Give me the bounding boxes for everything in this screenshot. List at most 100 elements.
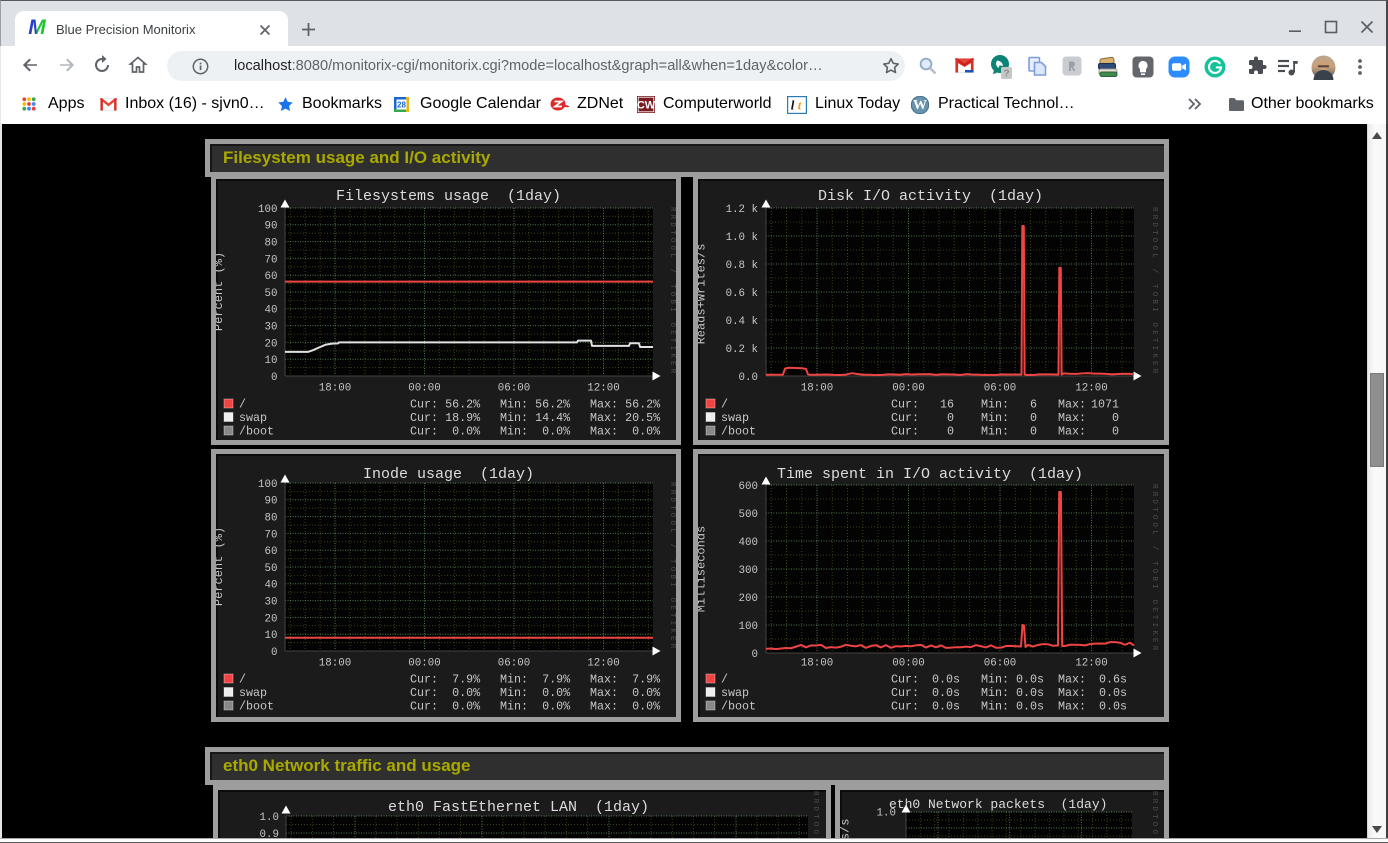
svg-text:30: 30 xyxy=(265,322,278,334)
svg-text:/boot: /boot xyxy=(239,700,274,714)
svg-text:12:00: 12:00 xyxy=(587,382,619,394)
svg-text:M: M xyxy=(28,18,46,38)
svg-text:Min: 0.0%: Min: 0.0% xyxy=(500,700,571,714)
svg-text:0.0: 0.0 xyxy=(739,372,758,384)
svg-text:90: 90 xyxy=(265,221,278,233)
svg-text:12:00: 12:00 xyxy=(1075,657,1107,669)
svg-text:20: 20 xyxy=(265,338,278,350)
svg-text:swap: swap xyxy=(239,411,267,425)
svg-text:Time spent in I/O activity (1: Time spent in I/O activity (1day) xyxy=(777,466,1083,483)
svg-text:Cur:: Cur: xyxy=(891,425,919,439)
svg-text:500: 500 xyxy=(739,509,758,521)
svg-text:50: 50 xyxy=(265,563,278,575)
svg-text:/: / xyxy=(721,398,728,412)
svg-text:Cur: 18.9%: Cur: 18.9% xyxy=(410,411,481,425)
svg-text:CW: CW xyxy=(637,100,655,112)
svg-text:06:00: 06:00 xyxy=(984,657,1016,669)
svg-text:0: 0 xyxy=(1112,411,1119,425)
svg-text:Cur: 0.0%: Cur: 0.0% xyxy=(410,425,481,439)
svg-text:18:00: 18:00 xyxy=(319,657,351,669)
svg-text:1.0: 1.0 xyxy=(260,812,279,824)
svg-text:06:00: 06:00 xyxy=(498,657,530,669)
svg-text:RRDTOOL / TOBI OETIKER: RRDTOOL / TOBI OETIKER xyxy=(1150,484,1158,653)
svg-text:Cur: 56.2%: Cur: 56.2% xyxy=(410,398,481,412)
svg-text:RRDTOOL / TOBI OETIKER: RRDTOOL / TOBI OETIKER xyxy=(668,482,676,651)
svg-text:Min:: Min: xyxy=(981,411,1009,425)
svg-text:0.9: 0.9 xyxy=(260,829,279,838)
svg-text:90: 90 xyxy=(265,496,278,508)
svg-text:50: 50 xyxy=(265,288,278,300)
svg-text:Filesystems usage (1day): Filesystems usage (1day) xyxy=(336,188,561,205)
svg-text:Min: 0.0%: Min: 0.0% xyxy=(500,425,571,439)
svg-text:0.6s: 0.6s xyxy=(1099,673,1127,687)
svg-text:Min: 14.4%: Min: 14.4% xyxy=(500,411,571,425)
svg-text:Milliseconds: Milliseconds xyxy=(698,526,709,612)
svg-text:0: 0 xyxy=(1030,425,1037,439)
svg-text:06:00: 06:00 xyxy=(984,382,1016,394)
svg-text:70: 70 xyxy=(265,529,278,541)
svg-text:Cur: 7.9%: Cur: 7.9% xyxy=(410,673,481,687)
svg-text:eth0 Network packets (1day): eth0 Network packets (1day) xyxy=(889,797,1107,812)
svg-text:100: 100 xyxy=(258,204,277,216)
svg-text:80: 80 xyxy=(265,513,278,525)
svg-text:Percent (%): Percent (%) xyxy=(216,252,226,331)
svg-text:Max:: Max: xyxy=(1058,425,1086,439)
svg-text:0: 0 xyxy=(947,425,954,439)
svg-text:0: 0 xyxy=(271,372,277,384)
svg-text:18:00: 18:00 xyxy=(319,382,351,394)
svg-text:0.0s: 0.0s xyxy=(932,686,960,700)
svg-text:60: 60 xyxy=(265,546,278,558)
svg-text:swap: swap xyxy=(239,686,267,700)
svg-text:0.2 k: 0.2 k xyxy=(726,344,758,356)
svg-text:Min:: Min: xyxy=(981,425,1009,439)
svg-text:swap: swap xyxy=(721,411,749,425)
svg-text:40: 40 xyxy=(265,580,278,592)
svg-text:Inode usage (1day): Inode usage (1day) xyxy=(363,466,534,483)
svg-text:0.6 k: 0.6 k xyxy=(726,288,758,300)
svg-text:0: 0 xyxy=(1030,411,1037,425)
svg-text:00:00: 00:00 xyxy=(408,382,440,394)
svg-text:0: 0 xyxy=(1112,425,1119,439)
svg-text:Cur: 0.0%: Cur: 0.0% xyxy=(410,686,481,700)
svg-text:t: t xyxy=(798,98,802,113)
svg-text:1.2 k: 1.2 k xyxy=(726,204,758,216)
svg-text:1071: 1071 xyxy=(1091,398,1119,412)
svg-text:10: 10 xyxy=(265,355,278,367)
svg-text:Max:: Max: xyxy=(1058,411,1086,425)
svg-text:0: 0 xyxy=(271,647,277,659)
svg-text:Cur:: Cur: xyxy=(891,398,919,412)
svg-text:Min:: Min: xyxy=(981,686,1009,700)
svg-text:Min:: Min: xyxy=(981,673,1009,687)
svg-text:eth0 FastEthernet LAN (1day): eth0 FastEthernet LAN (1day) xyxy=(388,799,649,816)
svg-text:Cur: 0.0%: Cur: 0.0% xyxy=(410,700,481,714)
svg-text:Max:: Max: xyxy=(1058,673,1086,687)
svg-text:0.8 k: 0.8 k xyxy=(726,260,758,272)
svg-text:l: l xyxy=(791,98,795,113)
svg-text:/: / xyxy=(239,673,246,687)
svg-text:0.0s: 0.0s xyxy=(1016,673,1044,687)
svg-text:Min: 0.0%: Min: 0.0% xyxy=(500,686,571,700)
svg-text:0.4 k: 0.4 k xyxy=(726,316,758,328)
svg-text:/: / xyxy=(239,398,246,412)
svg-text:Min: 56.2%: Min: 56.2% xyxy=(500,398,571,412)
svg-text:0.0s: 0.0s xyxy=(1099,700,1127,714)
svg-text:100: 100 xyxy=(258,479,277,491)
svg-text:20: 20 xyxy=(265,613,278,625)
svg-text:Max: 56.2%: Max: 56.2% xyxy=(590,398,661,412)
svg-text:70: 70 xyxy=(265,254,278,266)
svg-text:swap: swap xyxy=(721,686,749,700)
svg-text:/boot: /boot xyxy=(239,425,274,439)
svg-text:10: 10 xyxy=(265,630,278,642)
svg-text:Packets/s: Packets/s xyxy=(840,819,853,838)
svg-text:00:00: 00:00 xyxy=(892,657,924,669)
svg-text:/: / xyxy=(721,673,728,687)
svg-text:28: 28 xyxy=(397,101,406,110)
svg-text:0: 0 xyxy=(752,649,758,661)
svg-text:RRDTOOL / TOBI OETIKER: RRDTOOL / TOBI OETIKER xyxy=(668,207,676,376)
svg-text:Max: 0.0%: Max: 0.0% xyxy=(590,425,661,439)
svg-text:Max: 0.0%: Max: 0.0% xyxy=(590,700,661,714)
svg-text:Percent (%): Percent (%) xyxy=(216,527,226,606)
svg-text:Max:: Max: xyxy=(1058,686,1086,700)
svg-text:RRDTOOL / TOBI OETIKER: RRDTOOL / TOBI OETIKER xyxy=(1150,207,1158,376)
svg-text:12:00: 12:00 xyxy=(1075,382,1107,394)
